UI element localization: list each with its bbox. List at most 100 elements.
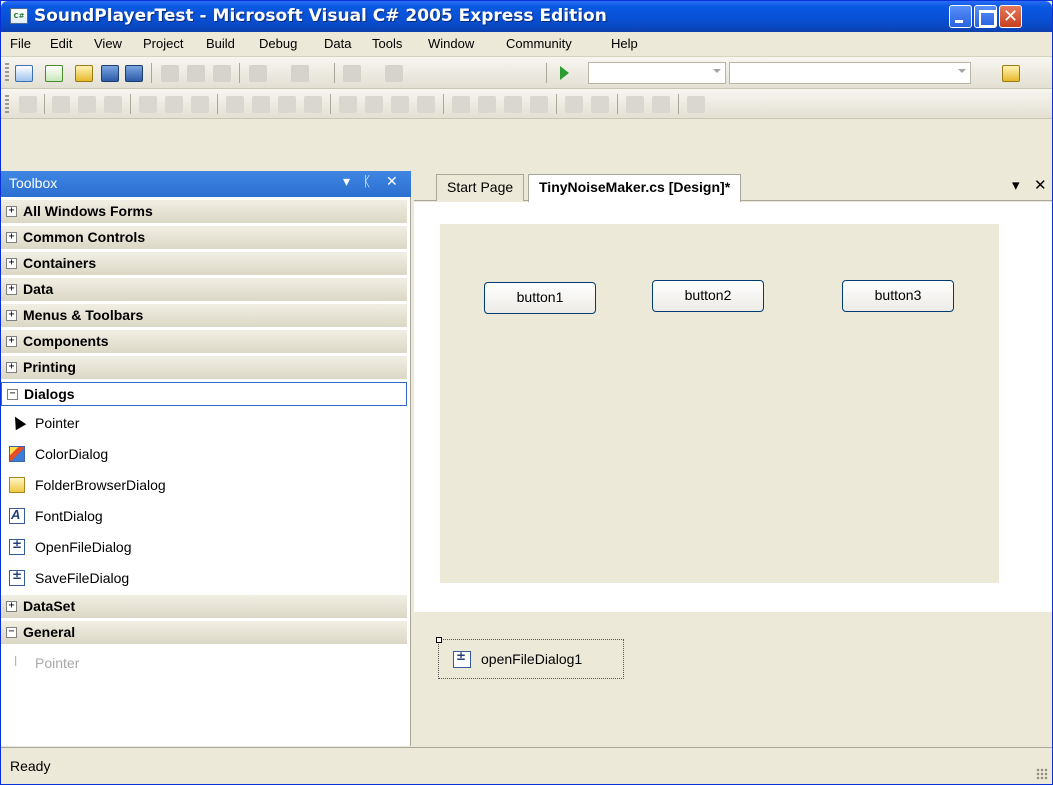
toolbar-grip[interactable] bbox=[5, 95, 9, 115]
menu-tools[interactable]: Tools bbox=[372, 36, 402, 51]
window-title: SoundPlayerTest - Microsoft Visual C# 20… bbox=[34, 6, 607, 26]
app-icon[interactable]: C# bbox=[10, 8, 28, 24]
auto-hide-pin-icon[interactable]: ᛕ bbox=[363, 174, 371, 190]
align-middles-icon[interactable] bbox=[165, 96, 183, 113]
resize-grip-icon[interactable] bbox=[1036, 768, 1048, 780]
size-to-grid-icon[interactable] bbox=[304, 96, 322, 113]
tool-font-dialog[interactable]: FontDialog bbox=[1, 501, 407, 532]
make-same-size-icon[interactable] bbox=[278, 96, 296, 113]
menu-project[interactable]: Project bbox=[143, 36, 183, 51]
save-all-icon[interactable] bbox=[125, 65, 143, 82]
toolbar-separator bbox=[44, 94, 45, 114]
category-general[interactable]: − General bbox=[1, 621, 407, 645]
new-project-icon[interactable] bbox=[15, 65, 33, 82]
increase-horizontal-spacing-icon[interactable] bbox=[365, 96, 383, 113]
tab-close-icon[interactable]: ✕ bbox=[1034, 176, 1047, 194]
center-horizontally-icon[interactable] bbox=[565, 96, 583, 113]
horizontal-spacing-equal-icon[interactable] bbox=[339, 96, 357, 113]
minimize-button[interactable] bbox=[949, 5, 972, 28]
form-button-1[interactable]: button1 bbox=[484, 282, 596, 314]
navigate-forward-icon[interactable] bbox=[385, 65, 403, 82]
tool-pointer-general[interactable]: Pointer bbox=[1, 648, 407, 679]
category-dialogs[interactable]: − Dialogs bbox=[1, 382, 407, 406]
collapse-icon: − bbox=[6, 627, 17, 638]
menu-community[interactable]: Community bbox=[506, 36, 572, 51]
menu-edit[interactable]: Edit bbox=[50, 36, 72, 51]
title-bar[interactable]: C# SoundPlayerTest - Microsoft Visual C#… bbox=[1, 1, 1052, 32]
category-dataset[interactable]: + DataSet bbox=[1, 595, 407, 619]
cut-icon[interactable] bbox=[161, 65, 179, 82]
add-item-icon[interactable] bbox=[45, 65, 63, 82]
form-button-3[interactable]: button3 bbox=[842, 280, 954, 312]
document-tabs: Start Page TinyNoiseMaker.cs [Design]* ▾… bbox=[414, 171, 1052, 202]
window-position-icon[interactable]: ▾ bbox=[343, 174, 350, 190]
menu-build[interactable]: Build bbox=[206, 36, 235, 51]
align-lefts-icon[interactable] bbox=[52, 96, 70, 113]
category-components[interactable]: + Components bbox=[1, 330, 407, 354]
menu-debug[interactable]: Debug bbox=[259, 36, 297, 51]
navigate-backward-icon[interactable] bbox=[343, 65, 361, 82]
category-menus-toolbars[interactable]: + Menus & Toolbars bbox=[1, 304, 407, 328]
toolbar-grip[interactable] bbox=[5, 63, 9, 83]
tool-save-file-dialog[interactable]: SaveFileDialog bbox=[1, 563, 407, 594]
toolbox-close-icon[interactable]: ✕ bbox=[386, 174, 398, 190]
selection-handle[interactable] bbox=[436, 637, 442, 643]
category-containers[interactable]: + Containers bbox=[1, 252, 407, 276]
active-files-icon[interactable]: ▾ bbox=[1012, 176, 1020, 194]
form-button-2[interactable]: button2 bbox=[652, 280, 764, 312]
tool-label: FolderBrowserDialog bbox=[35, 477, 166, 493]
find-combo[interactable] bbox=[729, 62, 971, 84]
save-icon[interactable] bbox=[101, 65, 119, 82]
bring-to-front-icon[interactable] bbox=[626, 96, 644, 113]
tab-order-icon[interactable] bbox=[687, 96, 705, 113]
align-centers-icon[interactable] bbox=[78, 96, 96, 113]
menu-data[interactable]: Data bbox=[324, 36, 351, 51]
center-vertically-icon[interactable] bbox=[591, 96, 609, 113]
maximize-button[interactable] bbox=[974, 5, 997, 28]
decrease-horizontal-spacing-icon[interactable] bbox=[391, 96, 409, 113]
menu-view[interactable]: View bbox=[94, 36, 122, 51]
tool-folder-browser-dialog[interactable]: FolderBrowserDialog bbox=[1, 470, 407, 501]
tool-pointer[interactable]: Pointer bbox=[1, 408, 407, 439]
start-debugging-icon[interactable] bbox=[560, 66, 569, 80]
align-tops-icon[interactable] bbox=[139, 96, 157, 113]
close-button[interactable]: ✕ bbox=[999, 5, 1022, 28]
align-to-grid-icon[interactable] bbox=[19, 96, 37, 113]
tab-designer[interactable]: TinyNoiseMaker.cs [Design]* bbox=[528, 174, 742, 202]
find-in-files-icon[interactable] bbox=[1002, 65, 1020, 82]
solution-config-combo[interactable] bbox=[588, 62, 726, 84]
category-data[interactable]: + Data bbox=[1, 278, 407, 302]
menu-window[interactable]: Window bbox=[428, 36, 474, 51]
category-label: General bbox=[23, 624, 76, 640]
tool-open-file-dialog[interactable]: OpenFileDialog bbox=[1, 532, 407, 563]
save-file-dialog-icon bbox=[9, 568, 25, 586]
category-all-windows-forms[interactable]: + All Windows Forms bbox=[1, 200, 407, 224]
remove-vertical-spacing-icon[interactable] bbox=[530, 96, 548, 113]
remove-horizontal-spacing-icon[interactable] bbox=[417, 96, 435, 113]
undo-icon[interactable] bbox=[249, 65, 267, 82]
component-open-file-dialog[interactable]: openFileDialog1 bbox=[436, 637, 624, 679]
tab-start-page[interactable]: Start Page bbox=[436, 174, 525, 201]
category-label: Common Controls bbox=[23, 229, 146, 245]
tool-color-dialog[interactable]: ColorDialog bbox=[1, 439, 407, 470]
make-same-height-icon[interactable] bbox=[252, 96, 270, 113]
menu-help[interactable]: Help bbox=[611, 36, 638, 51]
paste-icon[interactable] bbox=[213, 65, 231, 82]
align-rights-icon[interactable] bbox=[104, 96, 122, 113]
category-printing[interactable]: + Printing bbox=[1, 356, 407, 380]
align-bottoms-icon[interactable] bbox=[191, 96, 209, 113]
send-to-back-icon[interactable] bbox=[652, 96, 670, 113]
decrease-vertical-spacing-icon[interactable] bbox=[504, 96, 522, 113]
open-file-icon[interactable] bbox=[75, 65, 93, 82]
vertical-spacing-equal-icon[interactable] bbox=[452, 96, 470, 113]
increase-vertical-spacing-icon[interactable] bbox=[478, 96, 496, 113]
expand-icon: + bbox=[6, 258, 17, 269]
make-same-width-icon[interactable] bbox=[226, 96, 244, 113]
toolbar-separator bbox=[556, 94, 557, 114]
category-common-controls[interactable]: + Common Controls bbox=[1, 226, 407, 250]
copy-icon[interactable] bbox=[187, 65, 205, 82]
menu-file[interactable]: File bbox=[10, 36, 31, 51]
redo-icon[interactable] bbox=[291, 65, 309, 82]
chevron-down-icon bbox=[958, 69, 966, 73]
form-canvas[interactable]: button1 button2 button3 bbox=[440, 224, 999, 583]
